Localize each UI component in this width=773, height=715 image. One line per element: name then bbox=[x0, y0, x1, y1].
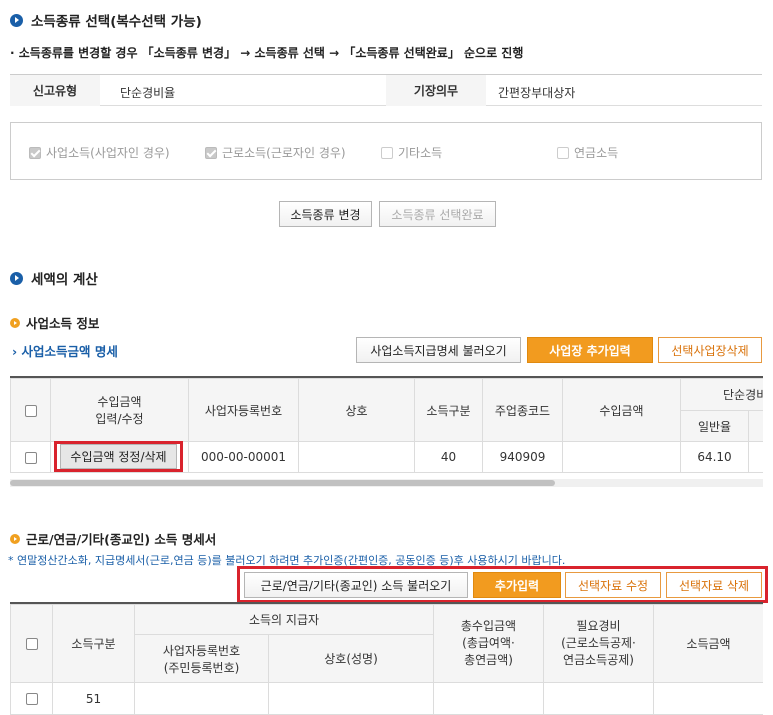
other-income-table: 소득구분 소득의 지급자 총수입금액 (총급여액· 총연금액) 필요경비 (근로… bbox=[10, 604, 763, 715]
checkbox-icon[interactable] bbox=[557, 146, 569, 159]
bullet-icon bbox=[10, 533, 20, 544]
checkbox-icon[interactable] bbox=[24, 404, 37, 417]
select-all-cell[interactable] bbox=[10, 378, 51, 442]
col-revenue: 수입금액 bbox=[562, 378, 681, 442]
edit-selected-button[interactable]: 선택자료 수정 bbox=[565, 572, 661, 598]
name-cell bbox=[298, 441, 415, 473]
checkbox-icon[interactable] bbox=[381, 146, 393, 159]
delete-selected-button[interactable]: 선택자료 삭제 bbox=[666, 572, 762, 598]
complete-income-type-button[interactable]: 소득종류 선택완료 bbox=[379, 201, 496, 227]
col-expense: 필요경비 (근로소득공제· 연금소득공제) bbox=[543, 604, 654, 683]
expense-cell bbox=[543, 682, 654, 715]
bullet-icon bbox=[10, 13, 23, 27]
income-type-business[interactable]: 사업소득(사업자인 경우) bbox=[29, 144, 170, 161]
col-payer: 소득의 지급자 bbox=[134, 604, 434, 635]
col-income-amount: 소득금액 bbox=[653, 604, 763, 683]
col-extra bbox=[747, 410, 763, 442]
col-industry-code: 주업종코드 bbox=[482, 378, 563, 442]
add-other-income-button[interactable]: 추가입력 bbox=[473, 572, 561, 598]
income-type-pension[interactable]: 연금소득 bbox=[557, 144, 618, 161]
section-income-type-title: 소득종류 선택(복수선택 가능) bbox=[10, 10, 202, 30]
table-row: 51 bbox=[10, 682, 763, 715]
general-rate-cell: 64.10 bbox=[680, 441, 749, 473]
income-type-other[interactable]: 기타소득 bbox=[381, 144, 442, 161]
filing-type-value: 단순경비율 bbox=[120, 86, 176, 100]
row-select-cell[interactable] bbox=[10, 682, 53, 715]
horizontal-scrollbar[interactable] bbox=[10, 479, 763, 487]
edit-income-button[interactable]: 수입금액 정정/삭제 bbox=[60, 444, 177, 469]
filing-info-row: 신고유형 단순경비율 기장의무 간편장부대상자 bbox=[10, 74, 762, 106]
bookkeeping-value: 간편장부대상자 bbox=[498, 86, 576, 100]
biz-no-cell: 000-00-00001 bbox=[188, 441, 299, 473]
col-income-class: 소득구분 bbox=[414, 378, 483, 442]
income-type-labor[interactable]: 근로소득(근로자인 경우) bbox=[205, 144, 346, 161]
col-general-rate: 일반율 bbox=[680, 410, 749, 442]
revenue-cell bbox=[562, 441, 681, 473]
section-tax-calc-title: 세액의 계산 bbox=[10, 268, 98, 288]
row-select-cell[interactable] bbox=[10, 441, 51, 473]
checkbox-icon[interactable] bbox=[25, 638, 38, 650]
checkbox-icon[interactable] bbox=[25, 693, 38, 705]
checkbox-icon[interactable] bbox=[29, 146, 41, 159]
section-title-text: 소득종류 선택(복수선택 가능) bbox=[31, 14, 202, 30]
income-cell bbox=[653, 682, 763, 715]
col-name: 상호 bbox=[298, 378, 415, 442]
payer-biz-no-cell bbox=[134, 682, 269, 715]
payer-name-cell bbox=[268, 682, 434, 715]
business-income-detail-link[interactable]: › 사업소득금액 명세 bbox=[12, 341, 118, 360]
income-type-box: 사업소득(사업자인 경우) 근로소득(근로자인 경우) 기타소득 연금소득 bbox=[10, 122, 762, 180]
add-business-button[interactable]: 사업장 추가입력 bbox=[527, 337, 653, 363]
col-income-class: 소득구분 bbox=[52, 604, 135, 683]
col-payer-name: 상호(성명) bbox=[268, 634, 434, 683]
checkbox-icon[interactable] bbox=[24, 451, 37, 464]
col-payer-biz-no: 사업자등록번호 (주민등록번호) bbox=[134, 634, 269, 683]
income-class-cell: 40 bbox=[414, 441, 483, 473]
load-other-income-button[interactable]: 근로/연금/기타(종교인) 소득 불러오기 bbox=[244, 572, 468, 598]
col-total: 총수입금액 (총급여액· 총연금액) bbox=[433, 604, 544, 683]
bullet-icon bbox=[10, 271, 23, 285]
extra-cell bbox=[747, 441, 763, 473]
business-info-title: 사업소득 정보 bbox=[10, 313, 99, 332]
bookkeeping-label: 기장의무 bbox=[386, 75, 486, 106]
change-income-type-button[interactable]: 소득종류 변경 bbox=[279, 201, 372, 227]
col-simple-rate: 단순경비 bbox=[679, 378, 763, 411]
section-title-text: 세액의 계산 bbox=[31, 272, 98, 288]
other-income-title: 근로/연금/기타(종교인) 소득 명세서 bbox=[10, 529, 216, 548]
col-income-input: 수입금액 입력/수정 bbox=[50, 378, 189, 442]
delete-business-button[interactable]: 선택사업장삭제 bbox=[658, 337, 762, 363]
bullet-icon bbox=[10, 317, 20, 328]
other-income-table-wrap: 소득구분 소득의 지급자 총수입금액 (총급여액· 총연금액) 필요경비 (근로… bbox=[10, 602, 763, 715]
scrollbar-thumb[interactable] bbox=[10, 480, 555, 486]
industry-code-cell: 940909 bbox=[482, 441, 563, 473]
select-all-cell[interactable] bbox=[10, 604, 53, 683]
load-business-statement-button[interactable]: 사업소득지급명세 불러오기 bbox=[356, 337, 521, 363]
col-biz-no: 사업자등록번호 bbox=[188, 378, 299, 442]
checkbox-icon[interactable] bbox=[205, 146, 217, 159]
filing-type-label: 신고유형 bbox=[10, 75, 100, 106]
instruction-text: · 소득종류를 변경할 경우 「소득종류 변경」 → 소득종류 선택 → 「소득… bbox=[10, 46, 524, 60]
income-class-cell: 51 bbox=[52, 682, 135, 715]
total-cell bbox=[433, 682, 544, 715]
